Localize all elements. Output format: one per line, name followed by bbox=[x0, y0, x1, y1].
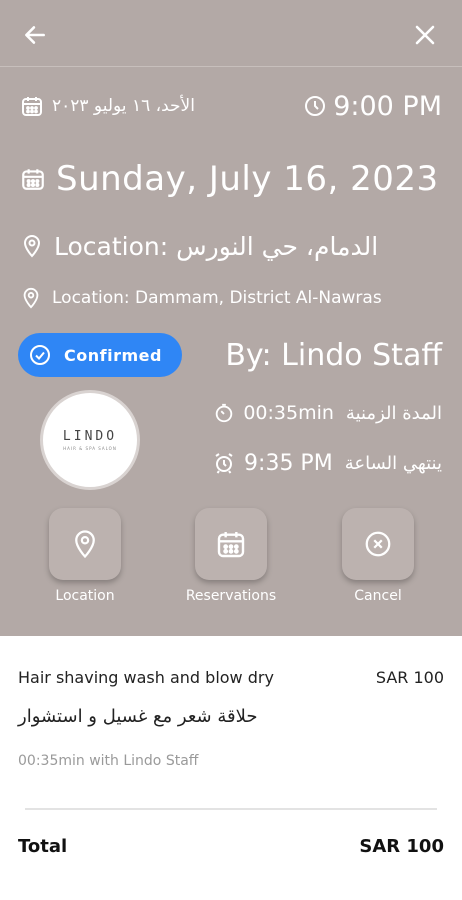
reservations-action-button[interactable]: Reservations bbox=[166, 508, 296, 604]
service-name-arabic: حلاقة شعر مع غسيل و استشوار bbox=[18, 706, 258, 727]
location-arabic-row: الدمام، حي النورس :Location bbox=[20, 226, 442, 266]
appointment-time: 9:00 PM bbox=[303, 91, 442, 122]
clock-icon bbox=[305, 96, 326, 116]
check-circle-icon bbox=[30, 345, 50, 365]
location-pin-icon bbox=[75, 530, 95, 559]
arabic-date-text: الأحد، ١٦ يوليو ٢٠٢٣ bbox=[52, 96, 195, 116]
end-time-text: 9:35 PM bbox=[244, 450, 333, 476]
location-pin-icon bbox=[23, 287, 39, 309]
arabic-date: الأحد، ١٦ يوليو ٢٠٢٣ bbox=[20, 94, 195, 118]
service-name-english: Hair shaving wash and blow dry bbox=[18, 668, 274, 687]
calendar-icon bbox=[22, 169, 44, 190]
location-arabic-text: الدمام، حي النورس :Location bbox=[54, 231, 379, 261]
back-button[interactable] bbox=[18, 18, 52, 52]
location-action-button[interactable]: Location bbox=[20, 508, 150, 604]
total-value: SAR 100 bbox=[359, 836, 444, 857]
close-button[interactable] bbox=[408, 18, 442, 52]
arrow-left-icon bbox=[25, 26, 45, 44]
location-pin-icon bbox=[23, 235, 41, 258]
end-time-row: 9:35 PM ينتهي الساعة bbox=[212, 446, 442, 480]
appointment-header: الأحد، ١٦ يوليو ٢٠٢٣ 9:00 PM Sunday, Jul… bbox=[0, 0, 462, 636]
divider bbox=[25, 808, 437, 810]
service-meta: 00:35min with Lindo Staff bbox=[18, 753, 199, 769]
cancel-icon bbox=[365, 531, 391, 557]
english-date-text: Sunday, July 16, 2023 bbox=[56, 159, 439, 199]
location-action-box[interactable] bbox=[49, 508, 121, 580]
location-english-row: Location: Dammam, District Al-Nawras bbox=[20, 283, 442, 313]
alarm-clock-icon bbox=[215, 453, 233, 474]
end-time-label: ينتهي الساعة bbox=[344, 452, 442, 474]
staff-name: By: Lindo Staff bbox=[225, 337, 442, 373]
service-details: Hair shaving wash and blow dry SAR 100 ح… bbox=[0, 636, 462, 900]
logo-text: LINDO bbox=[62, 429, 118, 444]
duration-text: 00:35min bbox=[243, 402, 334, 424]
end-time-value: 9:35 PM bbox=[212, 451, 333, 476]
salon-logo: LINDO HAIR & SPA SALON bbox=[40, 390, 140, 490]
duration-row: 00:35min المدة الزمنية bbox=[213, 396, 442, 430]
cancel-action-box[interactable] bbox=[342, 508, 414, 580]
timer-icon bbox=[216, 403, 233, 423]
time-text: 9:00 PM bbox=[333, 90, 442, 122]
cancel-action-button[interactable]: Cancel bbox=[313, 508, 443, 604]
reservations-action-label: Reservations bbox=[185, 588, 277, 604]
reservations-action-box[interactable] bbox=[195, 508, 267, 580]
cancel-action-label: Cancel bbox=[354, 588, 402, 604]
top-bar bbox=[0, 0, 462, 67]
location-action-label: Location bbox=[55, 588, 115, 604]
status-text: Confirmed bbox=[64, 345, 162, 365]
location-english-text: Location: Dammam, District Al-Nawras bbox=[52, 288, 382, 308]
calendar-icon bbox=[22, 97, 42, 116]
total-label: Total bbox=[18, 836, 68, 857]
date-time-row: الأحد، ١٦ يوليو ٢٠٢٣ 9:00 PM bbox=[20, 84, 442, 128]
service-price: SAR 100 bbox=[375, 668, 444, 687]
close-icon bbox=[415, 25, 435, 45]
duration-value: 00:35min bbox=[213, 402, 334, 424]
english-date-row: Sunday, July 16, 2023 bbox=[20, 155, 442, 203]
duration-label: المدة الزمنية bbox=[345, 402, 442, 424]
logo-subtext: HAIR & SPA SALON bbox=[63, 446, 117, 451]
calendar-icon bbox=[217, 532, 245, 558]
status-badge: Confirmed bbox=[18, 333, 182, 377]
